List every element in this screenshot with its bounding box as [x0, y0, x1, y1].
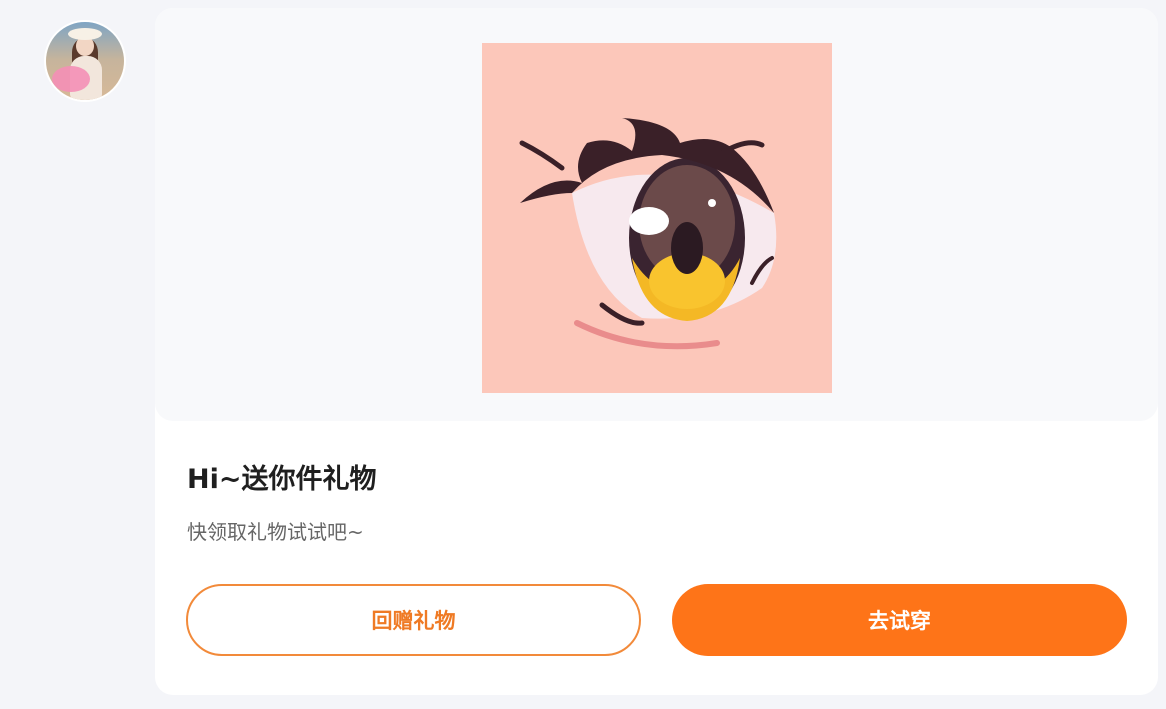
try-on-button[interactable]: 去试穿: [672, 584, 1127, 656]
return-gift-button[interactable]: 回赠礼物: [186, 584, 641, 656]
gift-title: Hi~送你件礼物: [187, 464, 377, 495]
avatar-sticker-shape: [52, 66, 90, 92]
sender-avatar[interactable]: [44, 20, 126, 102]
anime-eye-icon: [482, 43, 832, 393]
gift-message-card: Hi~送你件礼物 快领取礼物试试吧~ 回赠礼物 去试穿: [155, 8, 1158, 695]
avatar-hat-shape: [68, 28, 102, 40]
gift-subtitle: 快领取礼物试试吧~: [187, 520, 364, 544]
gift-preview-area[interactable]: [155, 8, 1158, 421]
